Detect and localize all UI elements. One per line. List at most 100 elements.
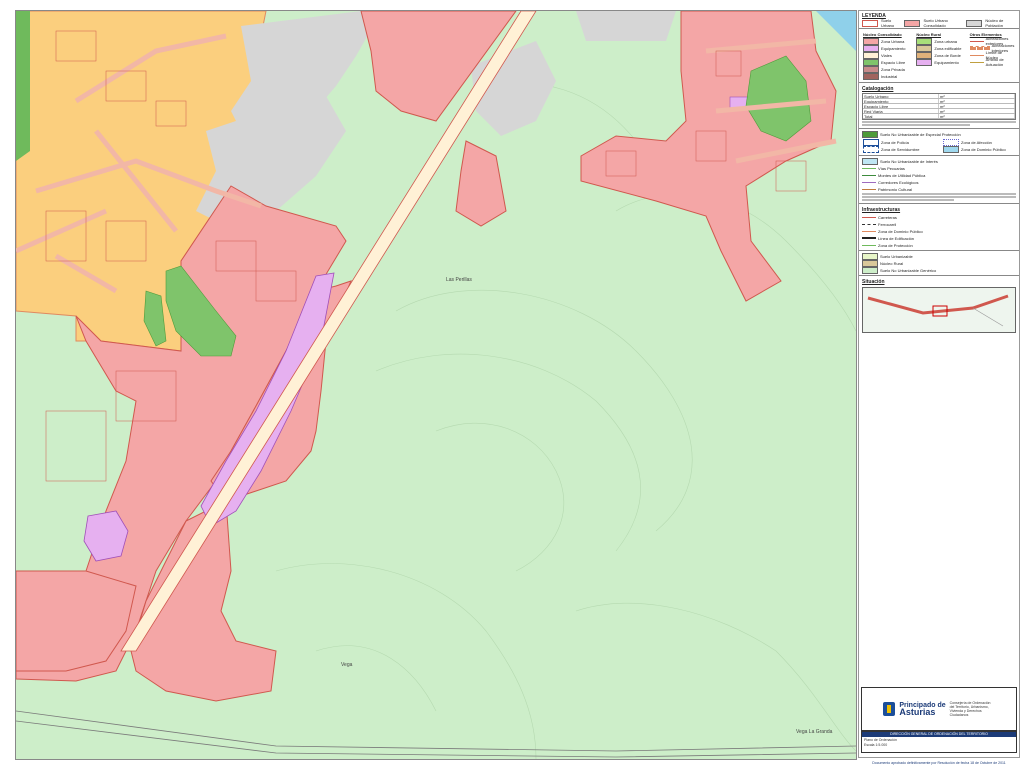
line-swatch — [969, 54, 984, 56]
legend-label: Zona Urbana — [881, 38, 905, 44]
swatch — [916, 58, 933, 66]
legend-label: Suelo Urbanizable — [880, 253, 913, 259]
legend-col-title: Núcleo Rural — [916, 32, 941, 37]
department-text: Consejería de Ordenación del Territorio,… — [949, 701, 991, 717]
legend-label: Zona urbana — [934, 38, 958, 44]
legend-label: Zona de Policía — [881, 139, 909, 145]
line-swatch — [969, 61, 984, 63]
table-cell: Suelo Urbano — [863, 94, 939, 98]
legend-label: Montes de Utilidad Pública — [878, 172, 926, 178]
line-swatch — [862, 216, 876, 218]
table-cell: m² — [939, 99, 1015, 103]
legend-label: Núcleo de Población — [985, 18, 1004, 28]
catalog-title: Catalogación — [862, 86, 894, 92]
swatch — [863, 51, 879, 59]
legend-label: Vías Pecuarias — [878, 165, 905, 171]
line-swatch — [862, 174, 876, 176]
legend-label: Zona Privada — [881, 66, 905, 72]
table-cell: m² — [939, 109, 1015, 113]
legend-label: Ámbito de Actuación — [985, 57, 1004, 67]
legend-label: Equipamiento — [881, 45, 906, 51]
legend-label: Patrimonio Cultural — [878, 186, 913, 192]
table-cell: m² — [939, 114, 1015, 118]
swatch — [863, 37, 879, 45]
inset-title: Situación — [862, 279, 885, 285]
legend-label: Corredores Ecológicos — [878, 179, 919, 185]
table-cell: m² — [939, 94, 1015, 98]
line-swatch — [862, 230, 876, 232]
institution-name: Principado de Asturias — [899, 702, 945, 717]
legend-label: Suelo No Urbanizable Genérico — [880, 267, 937, 273]
legend-label: Viales — [881, 52, 892, 58]
swatch — [863, 145, 879, 153]
legend-col-title: Núcleo Consolidado — [863, 32, 902, 37]
legend-label: Equipamiento — [934, 59, 959, 65]
swatch — [904, 19, 921, 27]
legend-label: Zona de Afección — [961, 139, 992, 145]
legend-label: Suelo Urbano Consolidado — [923, 18, 948, 28]
line-swatch — [862, 244, 876, 246]
legend-label: Zona de Servidumbre — [881, 146, 920, 152]
place-label: Las Perillas — [446, 277, 472, 283]
legend-label: Ferrocarril — [878, 221, 897, 227]
line-swatch — [862, 223, 876, 225]
footer-note: Documento aprobado definitivamente por R… — [872, 761, 1006, 765]
legend-label: Industrial — [881, 73, 898, 79]
swatch — [863, 44, 879, 52]
swatch — [863, 65, 879, 73]
swatch — [862, 19, 878, 27]
legend-label: Zona de Dominio Público — [961, 146, 1006, 152]
title-block: DIRECCIÓN GENERAL DE ORDENACIÓN DEL TERR… — [861, 731, 1017, 753]
institution-logo-block: Principado de Asturias Consejería de Ord… — [861, 687, 1017, 731]
legend-label: Línea de Edificación — [878, 235, 915, 241]
swatch — [862, 266, 878, 274]
legend-label: Suelo No Urbanizable de Especial Protecc… — [880, 131, 961, 137]
legend-label: Zona de Protección — [878, 242, 913, 248]
swatch — [862, 252, 878, 260]
legend-panel: LEYENDA Suelo Urbano Suelo Urbano Consol… — [858, 10, 1020, 758]
swatch — [862, 130, 878, 138]
catalog-table: Suelo Urbano m² Equipamiento m² Espacio Li… — [862, 93, 1016, 120]
swatch — [916, 51, 933, 59]
legend-label: Zona de Borde — [934, 52, 961, 58]
inset-svg — [867, 294, 1009, 327]
swatch — [916, 44, 933, 52]
map-canvas[interactable]: Las Perillas Vega Vega La Granda — [15, 10, 857, 760]
espacio-libre-edge — [16, 11, 30, 161]
swatch — [862, 157, 878, 165]
table-cell: Total — [863, 114, 939, 118]
line-swatch — [862, 181, 876, 183]
legend-columns: Núcleo Consolidado Zona Urbana Equipamie… — [859, 28, 1019, 80]
swatch — [916, 37, 933, 45]
line-swatch — [862, 237, 876, 239]
location-inset-map — [862, 287, 1016, 333]
legend-label: Núcleo Rural — [880, 260, 904, 266]
line-swatch — [862, 167, 876, 169]
institution-name-main: Asturias — [899, 707, 936, 717]
title-block-line: Escala 1:5.000 — [864, 743, 888, 747]
no-ocupado-d — [576, 11, 676, 41]
table-cell: m² — [939, 104, 1015, 108]
infra-title: Infraestructuras — [862, 207, 901, 213]
swatch — [943, 138, 959, 146]
legend-label: Zona edificable — [934, 45, 962, 51]
line-swatch — [862, 188, 876, 190]
swatch — [862, 259, 878, 267]
legend-label: Suelo Urbano — [881, 18, 895, 28]
crest-icon — [883, 702, 896, 716]
swatch — [863, 138, 879, 146]
swatch — [863, 72, 879, 80]
legend-label: Carreteras — [878, 214, 897, 220]
swatch — [943, 145, 959, 153]
place-label: Vega La Granda — [796, 729, 833, 735]
legend-label: Zona de Dominio Público — [878, 228, 923, 234]
table-cell: Espacio Libre — [863, 104, 939, 108]
line-swatch — [969, 40, 984, 42]
table-cell: Equipamiento — [863, 99, 939, 103]
swatch — [863, 58, 879, 66]
legend-label: Suelo No Urbanizable de Interés — [880, 158, 938, 164]
legend-label: Espacio Libre — [881, 59, 906, 65]
map-svg: Las Perillas Vega Vega La Granda — [16, 11, 856, 759]
swatch — [966, 19, 983, 27]
table-cell: Red Viaria — [863, 109, 939, 113]
